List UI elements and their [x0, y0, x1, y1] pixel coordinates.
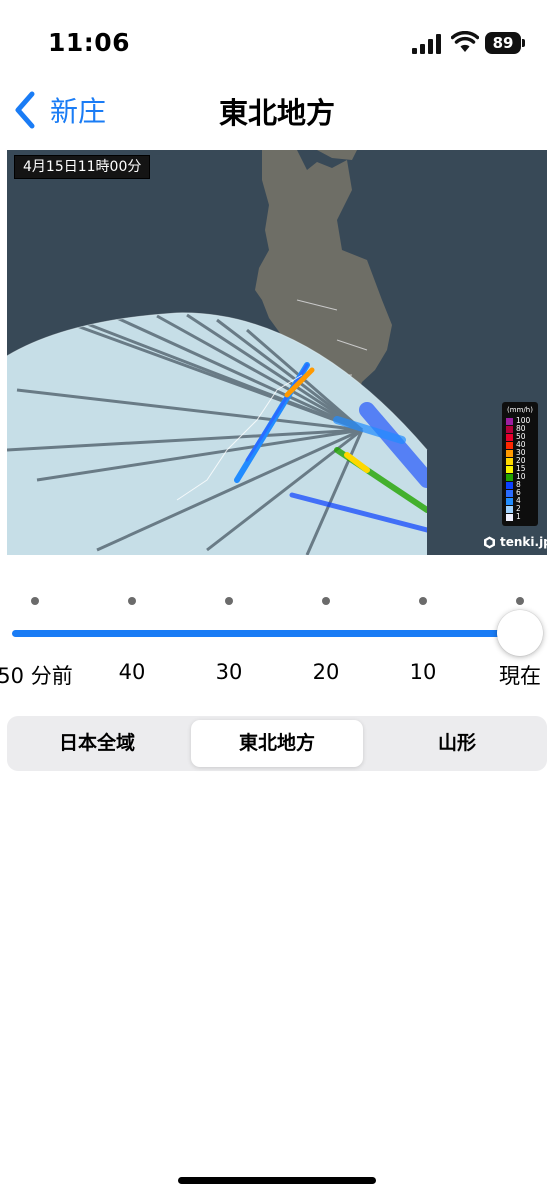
segment-tohoku[interactable]: 東北地方 — [191, 720, 363, 767]
precipitation-legend: (mm/h) 100 80 50 40 30 20 15 10 8 6 4 2 … — [502, 402, 538, 526]
battery-icon: 89 — [485, 32, 521, 54]
time-label: 50 分前 — [0, 664, 73, 688]
home-indicator — [178, 1177, 376, 1184]
segment-japan[interactable]: 日本全域 — [11, 720, 183, 767]
tick-dot — [516, 597, 524, 605]
status-bar: 11:06 89 — [0, 0, 554, 80]
navigation-bar: 新庄 東北地方 — [0, 80, 554, 140]
attribution-label: tenki.jp — [500, 535, 547, 549]
tick-dot — [322, 597, 330, 605]
time-label: 10 — [409, 660, 437, 684]
map-canvas — [7, 150, 428, 555]
attribution: tenki.jp — [483, 533, 547, 551]
time-label: 30 — [215, 660, 243, 684]
tick-dot — [31, 597, 39, 605]
slider-labels: 50 分前 40 30 20 10 現在 — [0, 660, 554, 690]
legend-swatch — [506, 513, 513, 521]
page-title: 東北地方 — [218, 96, 335, 130]
tick-dot — [419, 597, 427, 605]
region-segmented-control: 日本全域 東北地方 山形 — [7, 716, 547, 771]
wifi-icon — [451, 31, 479, 52]
legend-label: 1 — [516, 512, 521, 521]
land-hokkaido — [317, 150, 357, 160]
tick-dot — [225, 597, 233, 605]
tick-dot — [128, 597, 136, 605]
time-label: 20 — [312, 660, 340, 684]
status-time: 11:06 — [48, 28, 131, 57]
tenki-logo-icon — [484, 536, 495, 548]
time-label: 現在 — [499, 664, 541, 688]
time-slider-track[interactable] — [12, 630, 520, 637]
signal-icon — [412, 34, 441, 54]
map-timestamp: 4月15日11時00分 — [14, 155, 151, 179]
radar-map[interactable]: 4月15日11時00分 (mm/h) 100 80 50 40 30 20 15… — [7, 150, 547, 555]
time-slider-thumb[interactable] — [497, 610, 543, 656]
legend-unit: (mm/h) — [507, 406, 533, 414]
battery-tip — [522, 39, 525, 47]
segment-yamagata[interactable]: 山形 — [371, 720, 543, 767]
slider-ticks — [0, 595, 554, 609]
time-label: 40 — [118, 660, 146, 684]
